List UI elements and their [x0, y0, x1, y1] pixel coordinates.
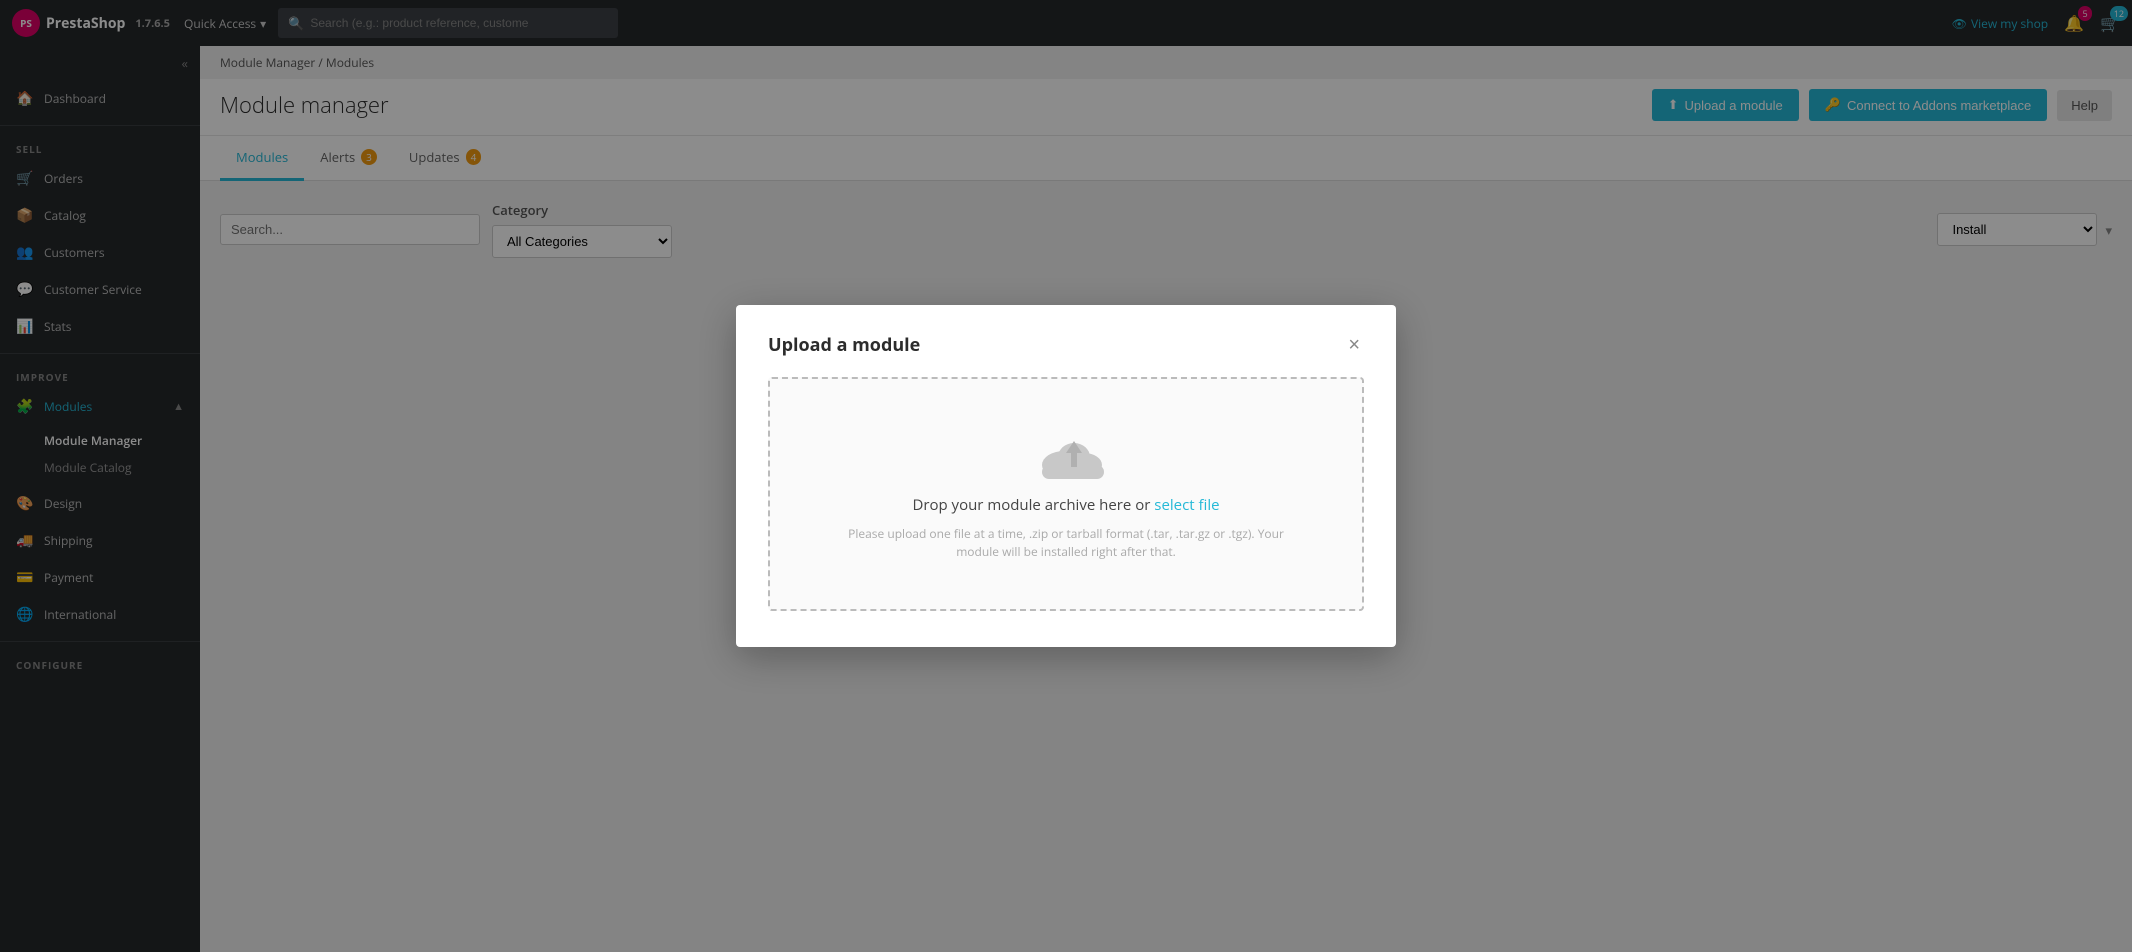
- modal-header: Upload a module ×: [768, 333, 1364, 357]
- modal-overlay[interactable]: Upload a module × Drop your module archi…: [0, 0, 2132, 952]
- modal-close-button[interactable]: ×: [1344, 335, 1364, 355]
- upload-cloud-icon: [1034, 427, 1098, 479]
- upload-module-modal: Upload a module × Drop your module archi…: [736, 305, 1396, 647]
- drop-zone-text: Drop your module archive here or select …: [802, 495, 1330, 515]
- modal-title: Upload a module: [768, 333, 920, 357]
- select-file-link[interactable]: select file: [1154, 495, 1219, 515]
- file-drop-zone[interactable]: Drop your module archive here or select …: [768, 377, 1364, 611]
- drop-zone-hint: Please upload one file at a time, .zip o…: [826, 525, 1306, 561]
